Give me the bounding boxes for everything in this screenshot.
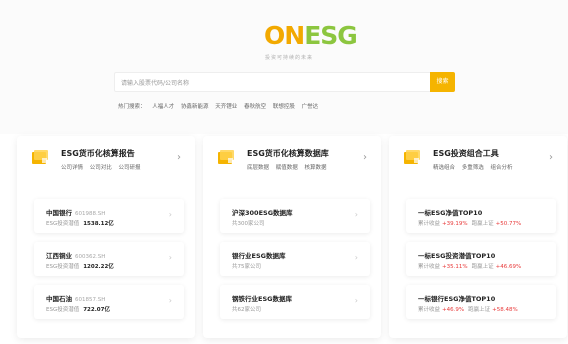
list-item[interactable]: 一标银行ESG净值TOP10 累计收益 +46.9% 跑赢上证 +58.48% (406, 285, 556, 319)
hot-term[interactable]: 春秋航空 (244, 104, 266, 110)
card-sub-link[interactable]: 底层数据 (247, 165, 269, 171)
card-sub-link[interactable]: 精选组合 (433, 165, 455, 171)
card-sub-link[interactable]: 核算数据 (305, 165, 327, 171)
database-count: 共62家公司 (232, 307, 261, 313)
chevron-right-icon[interactable]: › (363, 152, 367, 163)
card-subs: 公司详情 公司对比 公司研报 (61, 163, 146, 171)
database-count: 共75家公司 (232, 264, 261, 270)
return-label: 累计收益 (418, 307, 441, 313)
metric-label: ESG投资潜值 (46, 221, 80, 227)
database-name: 沪深300ESG数据库 (232, 209, 293, 217)
card-report: ESG货币化核算报告 公司详情 公司对比 公司研报 › 中国银行 601988.S… (17, 136, 195, 338)
portfolio-name: 一标ESG净值TOP10 (418, 209, 483, 217)
search-button[interactable]: 搜索 (430, 72, 455, 92)
card-sub-link[interactable]: 公司对比 (90, 165, 112, 171)
portfolio-icon (404, 150, 420, 164)
database-name: 钢铁行业ESG数据库 (232, 295, 292, 303)
list-item[interactable]: 中国银行 601988.SH ESG投资潜值 1538.12亿 › (34, 199, 184, 233)
card-sub-link[interactable]: 公司详情 (61, 165, 83, 171)
logo-esg: ESG (304, 21, 358, 50)
list-item[interactable]: 中国石油 601857.SH ESG投资潜值 722.07亿 › (34, 285, 184, 319)
card-sub-link[interactable]: 组合分析 (491, 165, 513, 171)
metric-label: ESG投资潜值 (46, 264, 80, 270)
database-icon (218, 150, 234, 164)
hot-term[interactable]: 天齐锂业 (215, 104, 237, 110)
metric-label: ESG投资潜值 (46, 307, 80, 313)
card-database: ESG货币化核算数据库 底层数据 赋值数据 核算数据 › 沪深300ESG数据库… (203, 136, 381, 338)
return-value: +39.19% (442, 221, 468, 227)
hot-term[interactable]: 联想控股 (273, 104, 295, 110)
company-name: 江西铜业 (46, 252, 72, 260)
excess-value: +50.77% (495, 221, 522, 227)
stock-code: 601988.SH (75, 211, 106, 217)
return-label: 累计收益 (418, 264, 441, 270)
chevron-right-icon: › (168, 210, 172, 219)
hot-search: 热门搜索： 人福人才 协鑫新能源 天齐锂业 春秋航空 联想控股 广誉达 (118, 102, 323, 110)
chevron-right-icon[interactable]: › (177, 152, 181, 163)
excess-label: 跑赢上证 (471, 221, 494, 227)
card-title: ESG货币化核算数据库 (247, 149, 329, 158)
card-title: ESG货币化核算报告 (61, 149, 135, 158)
list-item[interactable]: 银行业ESG数据库 共75家公司 › (220, 242, 370, 276)
metric-value: 1538.12亿 (83, 221, 114, 227)
card-sub-link[interactable]: 公司研报 (119, 165, 141, 171)
page: ONESG 投资可持续的未来 搜索 热门搜索： 人福人才 协鑫新能源 天齐锂业 … (0, 0, 568, 344)
chevron-right-icon[interactable]: › (549, 152, 553, 163)
card-portfolio: ESG投资组合工具 精选组合 多重筛选 组合分析 › 一标ESG净值TOP10 … (389, 136, 567, 338)
chevron-right-icon: › (354, 210, 358, 219)
database-count: 共300家公司 (232, 221, 265, 227)
chevron-right-icon: › (168, 296, 172, 305)
portfolio-name: 一标银行ESG净值TOP10 (418, 295, 496, 303)
return-label: 累计收益 (418, 221, 441, 227)
card-header[interactable]: ESG货币化核算报告 公司详情 公司对比 公司研报 › (17, 136, 195, 184)
card-header[interactable]: ESG货币化核算数据库 底层数据 赋值数据 核算数据 › (203, 136, 381, 184)
database-name: 银行业ESG数据库 (232, 252, 286, 260)
return-value: +46.9% (442, 307, 465, 313)
hot-search-label: 热门搜索： (118, 104, 146, 110)
company-name: 中国银行 (46, 209, 72, 217)
list-item[interactable]: 沪深300ESG数据库 共300家公司 › (220, 199, 370, 233)
card-subs: 精选组合 多重筛选 组合分析 (433, 163, 518, 171)
logo-on: ON (264, 21, 305, 50)
card-title: ESG投资组合工具 (433, 149, 499, 158)
hot-term[interactable]: 协鑫新能源 (181, 104, 209, 110)
hot-term[interactable]: 人福人才 (152, 104, 174, 110)
portfolio-name: 一标ESG投资潜值TOP10 (418, 252, 496, 260)
logo[interactable]: ONESG (264, 21, 358, 50)
card-sub-link[interactable]: 多重筛选 (462, 165, 484, 171)
chevron-right-icon: › (168, 253, 172, 262)
list-item[interactable]: 一标ESG投资潜值TOP10 累计收益 +35.11% 跑赢上证 +46.69% (406, 242, 556, 276)
list-item[interactable]: 钢铁行业ESG数据库 共62家公司 › (220, 285, 370, 319)
stock-code: 600362.SH (75, 254, 106, 260)
metric-value: 1202.22亿 (83, 264, 114, 270)
stock-code: 601857.SH (75, 297, 106, 303)
return-value: +35.11% (442, 264, 468, 270)
chevron-right-icon: › (354, 253, 358, 262)
search-box (114, 72, 454, 92)
excess-value: +58.48% (492, 307, 518, 313)
list-item[interactable]: 一标ESG净值TOP10 累计收益 +39.19% 跑赢上证 +50.77% (406, 199, 556, 233)
slogan: 投资可持续的未来 (265, 55, 314, 61)
company-name: 中国石油 (46, 295, 72, 303)
card-header[interactable]: ESG投资组合工具 精选组合 多重筛选 组合分析 › (389, 136, 567, 184)
metric-value: 722.07亿 (83, 307, 110, 313)
excess-label: 跑赢上证 (468, 307, 491, 313)
card-subs: 底层数据 赋值数据 核算数据 (247, 163, 332, 171)
card-sub-link[interactable]: 赋值数据 (276, 165, 298, 171)
chevron-right-icon: › (354, 296, 358, 305)
list-item[interactable]: 江西铜业 600362.SH ESG投资潜值 1202.22亿 › (34, 242, 184, 276)
report-icon (32, 150, 48, 164)
hot-term[interactable]: 广誉达 (302, 104, 319, 110)
excess-label: 跑赢上证 (471, 264, 494, 270)
excess-value: +46.69% (495, 264, 522, 270)
search-input[interactable] (121, 77, 421, 89)
